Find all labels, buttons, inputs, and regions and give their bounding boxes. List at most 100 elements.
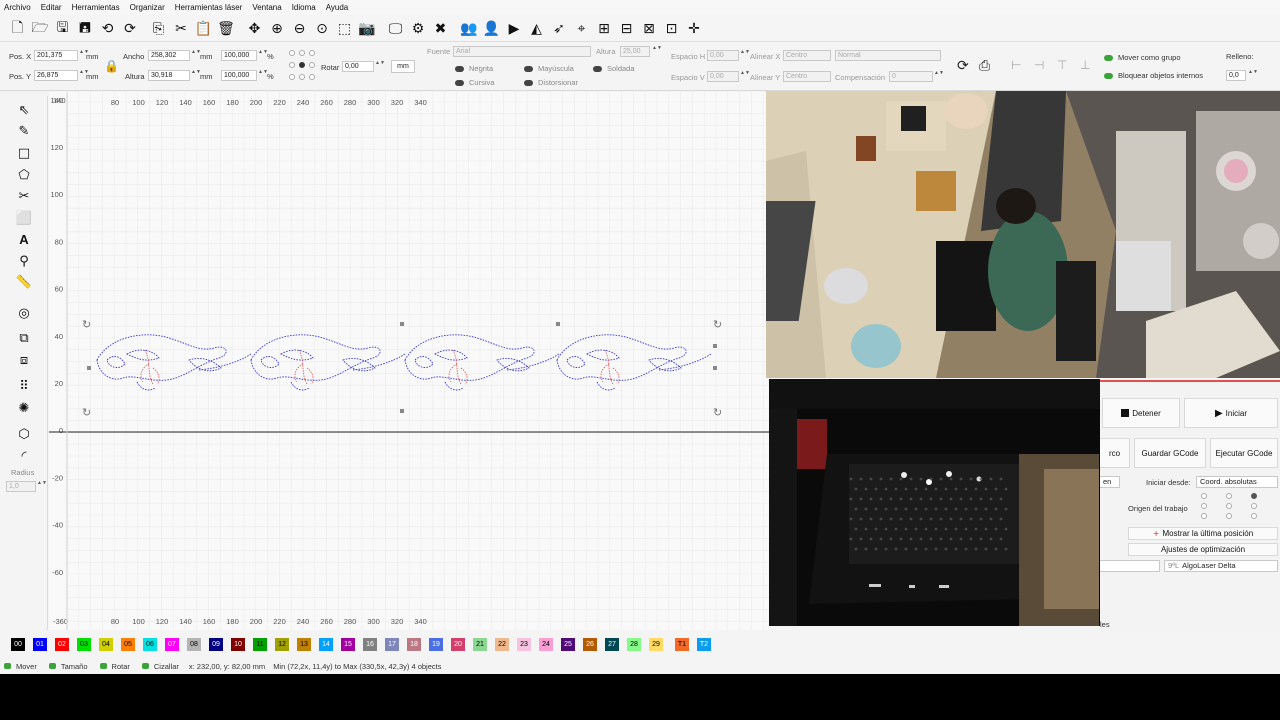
align-x-select[interactable]: Centro: [783, 50, 831, 61]
layer-swatch-23[interactable]: 23: [517, 637, 531, 651]
menu-item-5[interactable]: Ventana: [252, 3, 281, 12]
rotate-handle-icon[interactable]: ↻: [82, 318, 91, 331]
send-icon[interactable]: ➶: [550, 19, 569, 38]
font-height-input[interactable]: 25,00: [620, 46, 650, 57]
ruler-icon[interactable]: 📏: [15, 273, 33, 291]
canvas-grid[interactable]: 80 100 120 140 160 180 200 220 240 260 280 300 320 34…: [49, 92, 769, 630]
layer-swatch-T2[interactable]: T2: [697, 637, 711, 651]
settings-icon[interactable]: ⚙: [409, 19, 428, 38]
trace-icon[interactable]: ◭: [527, 19, 546, 38]
selection-handle[interactable]: [713, 344, 717, 348]
scissors-icon[interactable]: ✂: [15, 187, 33, 205]
copy-layers-icon[interactable]: ⧉: [15, 329, 33, 347]
user-icon[interactable]: 👤: [482, 19, 501, 38]
device-select[interactable]: 9ªL AlgoLaser Delta: [1164, 560, 1278, 572]
grid-icon[interactable]: ⊡: [662, 19, 681, 38]
layer-swatch-09[interactable]: 09: [209, 637, 223, 651]
status-rotate-toggle[interactable]: Rotar: [99, 662, 130, 671]
pin-icon[interactable]: ⚲: [15, 252, 33, 270]
stop-button[interactable]: Detener: [1102, 398, 1180, 428]
layer-swatch-T1[interactable]: T1: [675, 637, 689, 651]
distribute-icon[interactable]: ⊠: [640, 19, 659, 38]
layer-swatch-10[interactable]: 10: [231, 637, 245, 651]
radius-spinner[interactable]: ▲▼: [37, 481, 47, 492]
font-height-spinner[interactable]: ▲▼: [652, 46, 662, 57]
pos-x-spinner[interactable]: ▲▼: [79, 50, 89, 61]
rotate-handle-icon[interactable]: ↻: [713, 406, 722, 419]
status-move-toggle[interactable]: Mover: [4, 662, 37, 671]
distort-toggle[interactable]: Distorsionar: [524, 78, 578, 87]
rotar-spinner[interactable]: ▲▼: [375, 61, 385, 72]
layer-swatch-04[interactable]: 04: [99, 637, 113, 651]
text-mode-select[interactable]: Normal: [835, 50, 941, 61]
pos-x-input[interactable]: 201,375: [34, 50, 78, 61]
layer-swatch-01[interactable]: 01: [33, 637, 47, 651]
lock-inner-objects-toggle[interactable]: Bloquear objetos internos: [1104, 71, 1203, 80]
selection-handle[interactable]: [87, 366, 91, 370]
fill-spinner[interactable]: ▲▼: [1248, 70, 1258, 81]
new-file-icon[interactable]: 🗋: [8, 19, 27, 38]
cross-icon[interactable]: ✛: [685, 19, 704, 38]
layer-swatch-15[interactable]: 15: [341, 637, 355, 651]
layer-swatch-13[interactable]: 13: [297, 637, 311, 651]
panel-tab-fragment[interactable]: les: [1100, 620, 1110, 629]
bold-toggle[interactable]: Negrita: [455, 64, 493, 73]
status-shear-toggle[interactable]: Cizallar: [141, 662, 179, 671]
align-y-select[interactable]: Centro: [783, 71, 831, 82]
design-canvas[interactable]: 80 100 120 140 160 180 200 220 240 260 280 300 320 34…: [49, 92, 769, 630]
array-icon[interactable]: ⧈: [15, 351, 33, 369]
port-select[interactable]: [1100, 560, 1160, 572]
delete-icon[interactable]: 🗑: [217, 19, 236, 38]
cut-icon[interactable]: ✂: [172, 19, 191, 38]
polygon-icon[interactable]: ⬠: [15, 166, 33, 184]
partial-select[interactable]: en: [1100, 476, 1120, 488]
rotate-handle-icon[interactable]: ↻: [713, 318, 722, 331]
pos-y-input[interactable]: 26,875: [34, 70, 78, 81]
save-as-icon[interactable]: 🖪: [76, 19, 95, 38]
layer-swatch-03[interactable]: 03: [77, 637, 91, 651]
copy-icon[interactable]: ⎘: [149, 19, 168, 38]
menu-item-1[interactable]: Editar: [41, 3, 62, 12]
menu-item-4[interactable]: Herramientas láser: [175, 3, 243, 12]
rotar-input[interactable]: 0,00: [342, 61, 374, 72]
offset-spinner[interactable]: ▲▼: [934, 71, 944, 82]
layer-swatch-17[interactable]: 17: [385, 637, 399, 651]
fill-input[interactable]: 0,0: [1226, 70, 1246, 81]
layer-swatch-16[interactable]: 16: [363, 637, 377, 651]
node-icon[interactable]: ⬡: [15, 425, 33, 443]
redo-icon[interactable]: ⟳: [121, 19, 140, 38]
align-bottom-icon[interactable]: ⊥: [1080, 58, 1090, 72]
group-icon[interactable]: 👥: [460, 19, 479, 38]
rotate-handle-icon[interactable]: ↻: [82, 406, 91, 419]
spacing-h-input[interactable]: 0,00: [707, 50, 739, 61]
spacing-h-spinner[interactable]: ▲▼: [740, 50, 750, 61]
pos-y-spinner[interactable]: ▲▼: [79, 70, 89, 81]
open-folder-icon[interactable]: 🗁: [31, 19, 50, 38]
ancho-spinner[interactable]: ▲▼: [191, 50, 201, 61]
move-as-group-toggle[interactable]: Mover como grupo: [1104, 53, 1181, 62]
layer-swatch-26[interactable]: 26: [583, 637, 597, 651]
italic-toggle[interactable]: Cursiva: [455, 78, 494, 87]
layer-swatch-21[interactable]: 21: [473, 637, 487, 651]
save-gcode-button[interactable]: Guardar GCode: [1134, 438, 1206, 468]
welded-toggle[interactable]: Soldada: [593, 64, 635, 73]
status-size-toggle[interactable]: Tamaño: [48, 662, 88, 671]
align-center-icon[interactable]: ⊣: [1034, 58, 1044, 72]
layer-swatch-24[interactable]: 24: [539, 637, 553, 651]
camera-icon[interactable]: 📷: [358, 19, 377, 38]
altura-input[interactable]: 30,918: [148, 70, 190, 81]
layer-swatch-05[interactable]: 05: [121, 637, 135, 651]
selection-handle[interactable]: [556, 322, 560, 326]
layer-swatch-22[interactable]: 22: [495, 637, 509, 651]
design-motif[interactable]: [404, 334, 560, 391]
layer-swatch-12[interactable]: 12: [275, 637, 289, 651]
menu-item-0[interactable]: Archivo: [4, 3, 31, 12]
selection-handle[interactable]: [400, 322, 404, 326]
layer-swatch-00[interactable]: 00: [11, 637, 25, 651]
selection-handle[interactable]: [400, 409, 404, 413]
align-left-icon[interactable]: ⊢: [1011, 58, 1021, 72]
show-last-position-button[interactable]: + Mostrar la última posición: [1128, 527, 1278, 540]
monitor-icon[interactable]: 🖵: [386, 19, 405, 38]
radius-input[interactable]: 1,0: [6, 481, 36, 492]
offset-input[interactable]: 0: [889, 71, 933, 82]
